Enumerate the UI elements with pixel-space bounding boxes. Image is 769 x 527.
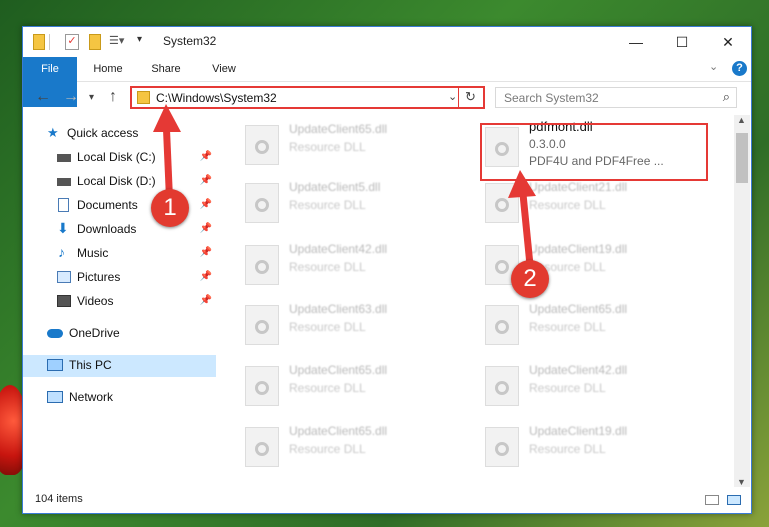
step-marker-1: 1 — [151, 189, 189, 227]
arrow-head-1-icon — [153, 104, 181, 132]
arrow-head-2-icon — [508, 170, 536, 198]
step-marker-2: 2 — [511, 260, 549, 298]
annotation-arrows — [153, 104, 536, 266]
